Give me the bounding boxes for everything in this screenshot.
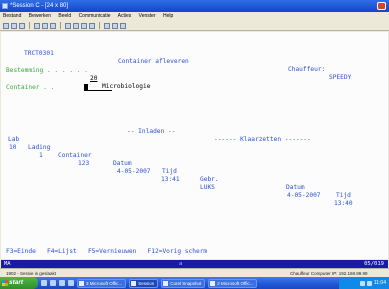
menu-bestand[interactable]: Bestand [3, 13, 21, 19]
office-icon [79, 280, 84, 286]
menu-help[interactable]: Help [163, 13, 173, 19]
keyboard-icon[interactable] [65, 22, 71, 29]
cell-tijd-inladen: 13:41 [161, 176, 180, 183]
cell-gebr: LUKS [200, 184, 215, 191]
start-label: start [9, 279, 24, 286]
menu-acties[interactable]: Acties [118, 13, 132, 19]
system-tray: 11:04 [339, 277, 389, 289]
network-icon[interactable] [359, 280, 365, 286]
menu-communicatie[interactable]: Communicatie [79, 13, 111, 19]
color-icon[interactable] [104, 22, 110, 29]
start-button[interactable]: start [0, 277, 38, 289]
info-icon[interactable] [120, 22, 126, 29]
taskbar-item[interactable]: 3 Microsoft Offic... [77, 278, 127, 288]
terminal-icon [131, 280, 137, 286]
copy-icon[interactable] [11, 22, 17, 29]
cursor-position: 05/019 [364, 261, 384, 267]
print-icon[interactable] [3, 22, 9, 29]
window-title: *Session C - [24 x 80] [10, 3, 69, 9]
windows-taskbar: start 3 Microsoft Offic... Session Corel… [0, 277, 389, 289]
cell-lab: 10 [9, 144, 17, 151]
toolbar-separator [99, 22, 100, 29]
program-id: TRCT0301 [24, 50, 54, 57]
settings-icon[interactable] [89, 22, 95, 29]
paste-icon[interactable] [19, 22, 25, 29]
container-input[interactable] [62, 76, 113, 101]
app-icon [2, 3, 8, 9]
send-icon[interactable] [34, 22, 40, 29]
function-keys: F3=Einde F4=Lijst F5=Vernieuwen F12=Vori… [6, 248, 208, 255]
clock: 11:04 [373, 280, 386, 286]
help-icon[interactable] [112, 22, 118, 29]
terminal-status-bar: MA a 05/019 [1, 260, 388, 268]
menu-venster[interactable]: Venster [139, 13, 156, 19]
office-icon [210, 280, 216, 286]
menu-beeld[interactable]: Beeld [58, 13, 71, 19]
window-titlebar: *Session C - [24 x 80] [0, 0, 389, 12]
destination-label: Bestemming . . . . . . [6, 67, 88, 74]
quicklaunch-outlook-icon[interactable] [50, 280, 56, 286]
macro-record-icon[interactable] [73, 22, 79, 29]
toolbar-separator [60, 22, 61, 29]
cell-lading: 1 [39, 152, 43, 159]
macro-play-icon[interactable] [81, 22, 87, 29]
windows-logo-icon [2, 280, 8, 286]
toolbar [0, 21, 389, 31]
cell-tijd-klaarzetten: 13:40 [334, 200, 353, 207]
toolbar-separator [29, 22, 30, 29]
cell-datum-inladen: 4-05-2007 [117, 168, 151, 175]
input-indicator: a [179, 261, 183, 267]
volume-icon[interactable] [366, 280, 372, 286]
quicklaunch-ie-icon[interactable] [41, 280, 47, 286]
cell-container: 123 [78, 160, 90, 167]
taskbar-item[interactable]: 2 Microsoft Offic... [208, 278, 258, 288]
menu-bewerken[interactable]: Bewerken [29, 13, 51, 19]
taskbar-item[interactable]: Session [129, 278, 159, 288]
quicklaunch-explorer-icon[interactable] [68, 280, 74, 286]
container-label: Container . . [6, 84, 55, 91]
terminal-screen[interactable]: TRCT0301 Container afleveren Chauffeur: … [1, 32, 388, 259]
camera-icon [163, 280, 169, 286]
close-button[interactable] [377, 2, 386, 10]
session-indicator: MA [4, 261, 11, 267]
info-bar: 1902 - Sessie is geslaakt Chauffeur Comp… [0, 268, 389, 277]
taskbar-item[interactable]: Corel Snapshot [161, 278, 206, 288]
table-row: 10 1 123 4-05-2007 13:41 LUKS 4-05-2007 … [1, 136, 388, 216]
quicklaunch-desktop-icon[interactable] [59, 280, 65, 286]
receive-icon[interactable] [42, 22, 48, 29]
display-icon[interactable] [50, 22, 56, 29]
menu-bar: Bestand Bewerken Beeld Communicatie Acti… [0, 12, 389, 21]
cell-datum-klaarzetten: 4-05-2007 [287, 192, 321, 199]
